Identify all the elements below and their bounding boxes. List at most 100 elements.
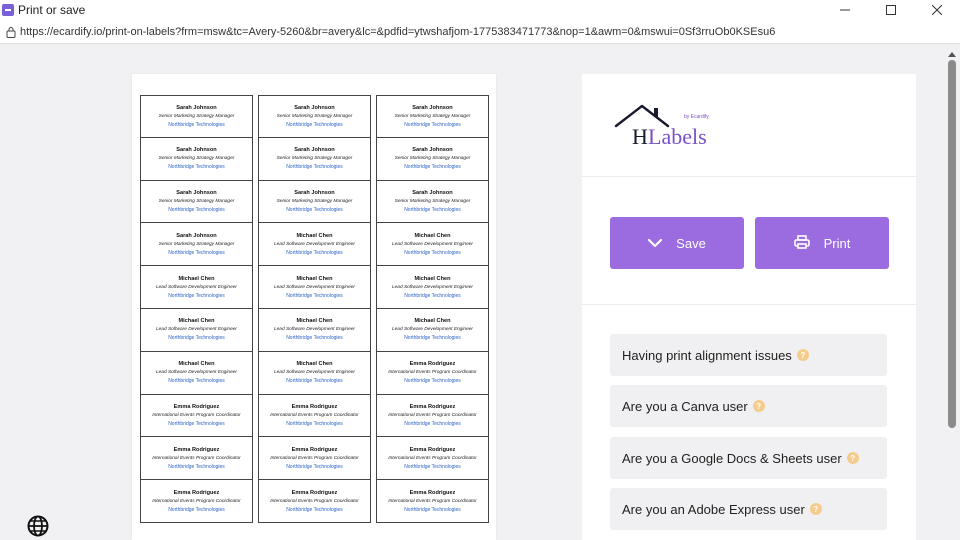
label-company: Northbridge Technologies bbox=[286, 206, 343, 213]
label-cell: Emma Rodriguez International Events Progr… bbox=[258, 436, 371, 481]
label-cell: Michael Chen Lead Software Development En… bbox=[376, 307, 489, 352]
save-button[interactable]: Save bbox=[610, 217, 744, 269]
label-name: Michael Chen bbox=[296, 232, 333, 239]
faq-google-docs-sheets[interactable]: Are you a Google Docs & Sheets user ? bbox=[610, 437, 887, 479]
label-name: Sarah Johnson bbox=[294, 147, 335, 154]
label-cell: Emma Rodriguez International Events Progr… bbox=[376, 436, 489, 481]
label-company: Northbridge Technologies bbox=[168, 292, 225, 299]
label-cell: Sarah Johnson Senior Marketing Strategy M… bbox=[376, 95, 489, 138]
label-cell: Michael Chen Lead Software Development En… bbox=[258, 222, 371, 267]
label-company: Northbridge Technologies bbox=[404, 420, 461, 427]
label-company: Northbridge Technologies bbox=[286, 463, 343, 470]
label-name: Emma Rodriguez bbox=[291, 489, 338, 496]
label-name: Emma Rodriguez bbox=[409, 446, 456, 453]
label-job-title: Lead Software Development Engineer bbox=[273, 284, 356, 290]
label-job-title: Senior Marketing Strategy Manager bbox=[158, 113, 235, 119]
label-cell: Emma Rodriguez International Events Progr… bbox=[376, 479, 489, 523]
faq-canva[interactable]: Are you a Canva user ? bbox=[610, 385, 887, 427]
label-job-title: Senior Marketing Strategy Manager bbox=[276, 156, 353, 162]
label-cell: Michael Chen Lead Software Development En… bbox=[140, 265, 253, 309]
faq-print-alignment[interactable]: Having print alignment issues ? bbox=[610, 334, 887, 376]
label-name: Sarah Johnson bbox=[176, 104, 217, 111]
label-job-title: International Events Program Coordinator bbox=[388, 370, 477, 376]
label-company: Northbridge Technologies bbox=[168, 506, 225, 513]
label-company: Northbridge Technologies bbox=[286, 292, 343, 299]
label-company: Northbridge Technologies bbox=[404, 463, 461, 470]
label-company: Northbridge Technologies bbox=[286, 164, 343, 171]
app-icon bbox=[2, 4, 14, 16]
window-titlebar: Print or save bbox=[0, 0, 960, 20]
label-name: Emma Rodriguez bbox=[409, 489, 456, 496]
label-job-title: Lead Software Development Engineer bbox=[391, 327, 474, 333]
scroll-up-icon[interactable] bbox=[948, 52, 956, 57]
label-job-title: Senior Marketing Strategy Manager bbox=[158, 241, 235, 247]
label-company: Northbridge Technologies bbox=[404, 378, 461, 385]
maximize-icon[interactable] bbox=[868, 0, 914, 20]
label-company: Northbridge Technologies bbox=[168, 378, 225, 385]
label-job-title: Lead Software Development Engineer bbox=[273, 327, 356, 333]
label-company: Northbridge Technologies bbox=[168, 249, 225, 256]
label-cell: Michael Chen Lead Software Development En… bbox=[376, 222, 489, 267]
label-company: Northbridge Technologies bbox=[286, 506, 343, 513]
label-company: Northbridge Technologies bbox=[286, 121, 343, 128]
label-cell: Sarah Johnson Senior Marketing Strategy M… bbox=[140, 136, 253, 181]
address-bar[interactable]: https://ecardify.io/print-on-labels?frm=… bbox=[0, 20, 960, 44]
label-job-title: International Events Program Coordinator bbox=[388, 498, 477, 504]
label-company: Northbridge Technologies bbox=[168, 206, 225, 213]
faq-label: Having print alignment issues bbox=[622, 347, 792, 363]
label-company: Northbridge Technologies bbox=[286, 420, 343, 427]
label-company: Northbridge Technologies bbox=[168, 420, 225, 427]
label-cell: Emma Rodriguez International Events Progr… bbox=[258, 479, 371, 523]
label-name: Emma Rodriguez bbox=[291, 403, 338, 410]
label-cell: Sarah Johnson Senior Marketing Strategy M… bbox=[258, 179, 371, 224]
url-text[interactable]: https://ecardify.io/print-on-labels?frm=… bbox=[20, 26, 775, 38]
lock-icon[interactable] bbox=[6, 26, 16, 38]
label-job-title: International Events Program Coordinator bbox=[152, 412, 241, 418]
close-icon[interactable] bbox=[914, 0, 960, 20]
question-icon: ? bbox=[752, 400, 765, 412]
label-cell: Sarah Johnson Senior Marketing Strategy M… bbox=[258, 136, 371, 181]
label-job-title: Senior Marketing Strategy Manager bbox=[394, 198, 471, 204]
label-name: Sarah Johnson bbox=[294, 104, 335, 111]
label-job-title: International Events Program Coordinator bbox=[152, 498, 241, 504]
label-name: Michael Chen bbox=[178, 361, 215, 368]
label-job-title: International Events Program Coordinator bbox=[270, 412, 359, 418]
label-company: Northbridge Technologies bbox=[404, 164, 461, 171]
label-name: Sarah Johnson bbox=[176, 147, 217, 154]
label-cell: Sarah Johnson Senior Marketing Strategy M… bbox=[376, 179, 489, 224]
label-name: Sarah Johnson bbox=[412, 104, 453, 111]
faq-adobe-express[interactable]: Are you an Adobe Express user ? bbox=[610, 488, 887, 530]
label-cell: Emma Rodriguez International Events Progr… bbox=[140, 436, 253, 481]
label-cell: Michael Chen Lead Software Development En… bbox=[258, 350, 371, 395]
label-name: Emma Rodriguez bbox=[173, 403, 220, 410]
label-cell: Emma Rodriguez International Events Progr… bbox=[140, 393, 253, 438]
minimize-icon[interactable] bbox=[822, 0, 868, 20]
scrollbar[interactable] bbox=[945, 46, 960, 540]
scrollbar-thumb[interactable] bbox=[948, 60, 956, 428]
globe-icon[interactable] bbox=[27, 515, 49, 537]
label-company: Northbridge Technologies bbox=[404, 335, 461, 342]
label-company: Northbridge Technologies bbox=[168, 164, 225, 171]
label-cell: Sarah Johnson Senior Marketing Strategy M… bbox=[140, 95, 253, 138]
print-button[interactable]: Print bbox=[755, 217, 889, 269]
label-job-title: Senior Marketing Strategy Manager bbox=[276, 113, 353, 119]
label-job-title: International Events Program Coordinator bbox=[270, 498, 359, 504]
chevron-down-icon bbox=[648, 236, 663, 251]
label-grid: Sarah Johnson Senior Marketing Strategy M… bbox=[140, 95, 489, 523]
save-button-label: Save bbox=[676, 235, 706, 251]
label-company: Northbridge Technologies bbox=[168, 121, 225, 128]
svg-text:Labels: Labels bbox=[648, 124, 707, 148]
label-company: Northbridge Technologies bbox=[404, 249, 461, 256]
label-name: Michael Chen bbox=[178, 275, 215, 282]
label-company: Northbridge Technologies bbox=[286, 249, 343, 256]
faq-label: Are you a Google Docs & Sheets user bbox=[622, 450, 842, 466]
label-cell: Sarah Johnson Senior Marketing Strategy M… bbox=[140, 179, 253, 224]
label-job-title: Lead Software Development Engineer bbox=[391, 284, 474, 290]
faq-label: Are you a Canva user bbox=[622, 398, 748, 414]
label-job-title: Lead Software Development Engineer bbox=[273, 370, 356, 376]
label-name: Sarah Johnson bbox=[412, 189, 453, 196]
label-job-title: Senior Marketing Strategy Manager bbox=[158, 198, 235, 204]
label-name: Emma Rodriguez bbox=[409, 403, 456, 410]
label-job-title: Senior Marketing Strategy Manager bbox=[158, 156, 235, 162]
label-job-title: International Events Program Coordinator bbox=[388, 412, 477, 418]
